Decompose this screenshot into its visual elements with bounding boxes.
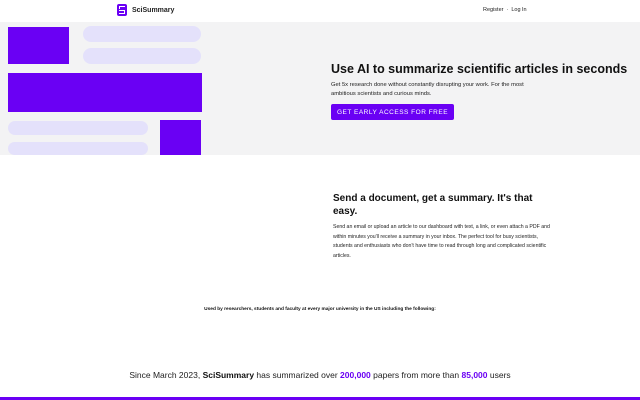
section-title: Send a document, get a summary. It's tha… bbox=[333, 193, 533, 217]
brand-name: SciSummary bbox=[132, 6, 175, 14]
hero-illustration-pill bbox=[8, 121, 148, 135]
nav-links: Register · Log In bbox=[483, 7, 527, 13]
top-nav: SciSummary Register · Log In bbox=[0, 0, 640, 22]
hero-illustration-pill bbox=[83, 26, 201, 42]
hero-title: Use AI to summarize scientific articles … bbox=[331, 62, 628, 76]
users-count: 85,000 bbox=[461, 370, 488, 380]
stats-brand: SciSummary bbox=[202, 370, 255, 380]
section-body: Send an email or upload an article to ou… bbox=[333, 224, 550, 259]
used-by-text: Used by researchers, students and facult… bbox=[204, 307, 436, 312]
stats-middle: has summarized over bbox=[254, 370, 341, 380]
hero-section: Use AI to summarize scientific articles … bbox=[0, 22, 640, 155]
hero-illustration-block bbox=[8, 73, 202, 112]
hero-illustration-block bbox=[160, 120, 201, 155]
hero-illustration-pill bbox=[83, 48, 201, 64]
hero-subtitle: Get 5x research done without constantly … bbox=[331, 82, 524, 97]
stats-suffix: users bbox=[487, 370, 511, 380]
papers-count: 200,000 bbox=[340, 370, 371, 380]
hero-illustration-pill bbox=[8, 142, 148, 155]
stats-line: Since March 2023, SciSummary has summari… bbox=[0, 370, 640, 380]
register-link[interactable]: Register bbox=[483, 7, 503, 13]
get-early-access-button[interactable]: GET EARLY ACCESS FOR FREE bbox=[331, 104, 454, 120]
nav-separator: · bbox=[506, 7, 509, 13]
stats-middle2: papers from more than bbox=[370, 370, 462, 380]
login-link[interactable]: Log In bbox=[511, 7, 526, 13]
hero-illustration-block bbox=[8, 27, 69, 64]
brand-logo[interactable]: SciSummary bbox=[117, 4, 174, 16]
stats-prefix: Since March 2023, bbox=[129, 370, 203, 380]
scisummary-logo-icon bbox=[117, 4, 127, 16]
